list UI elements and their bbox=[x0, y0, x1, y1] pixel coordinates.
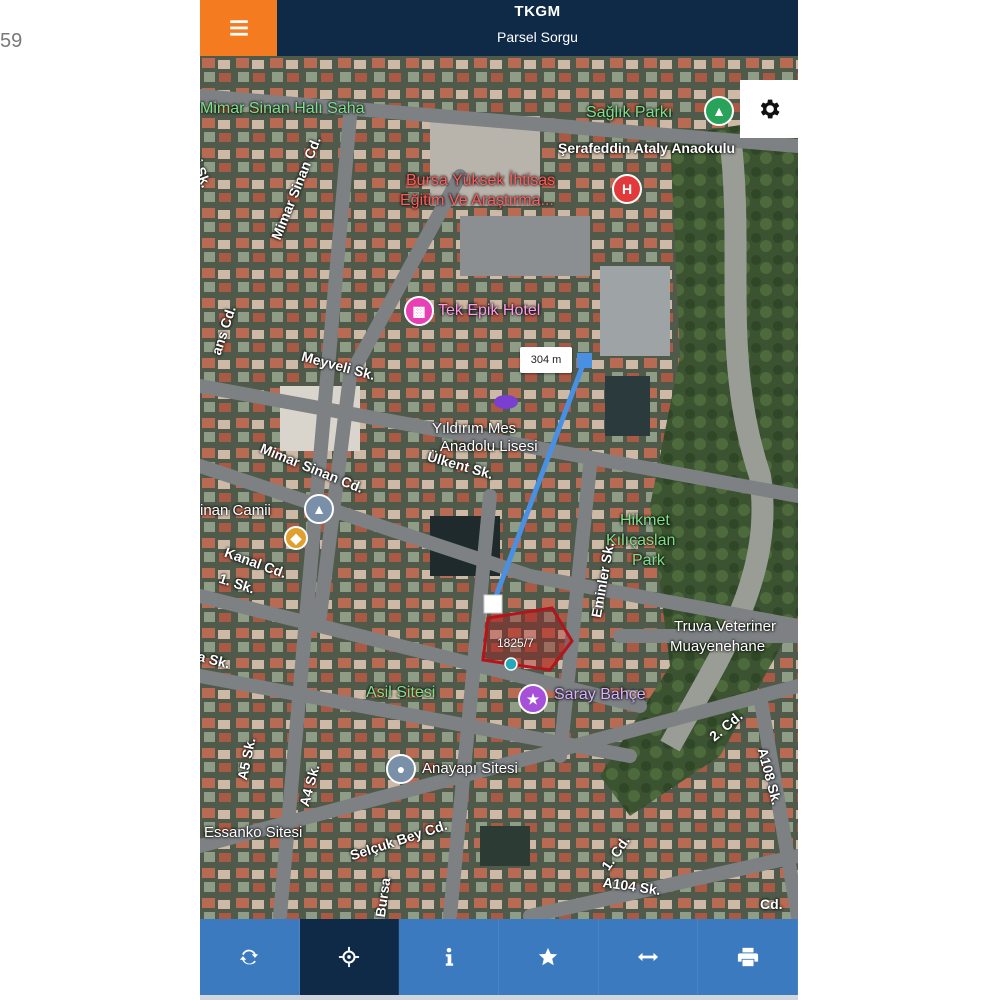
label-halisaha: Mimar Sinan Halı Saha bbox=[200, 100, 365, 117]
app-subtitle: Parsel Sorgu bbox=[497, 29, 578, 45]
label-saray-bahce: Saray Bahçe bbox=[554, 686, 646, 703]
label-cami: inan Camii bbox=[200, 502, 271, 519]
hotel-pin-icon[interactable]: ▩ bbox=[404, 296, 434, 326]
print-button[interactable] bbox=[698, 919, 798, 995]
distance-label: 304 m bbox=[520, 347, 572, 373]
bottom-strip bbox=[200, 995, 798, 1000]
print-icon bbox=[737, 947, 758, 967]
refresh-icon bbox=[240, 949, 259, 965]
star-icon bbox=[539, 947, 558, 966]
label-hikmet-1: Hikmet bbox=[620, 512, 670, 529]
hamburger-icon bbox=[229, 20, 248, 36]
refresh-button[interactable] bbox=[200, 919, 300, 995]
label-cd: Cd. bbox=[760, 896, 783, 912]
place-pin-icon[interactable]: ● bbox=[386, 754, 416, 784]
label-saglik-parki: Sağlık Parkı bbox=[586, 104, 673, 121]
locate-icon bbox=[338, 946, 360, 968]
info-button[interactable] bbox=[399, 919, 500, 995]
label-truva-1: Truva Veteriner bbox=[674, 618, 776, 635]
app-frame: TKGM Parsel Sorgu ▲ H ▩ ▲ ★ ● ◆ Mimar Si… bbox=[200, 0, 798, 1000]
measure-button[interactable] bbox=[599, 919, 699, 995]
label-anayapi: Anayapı Sitesi bbox=[422, 760, 518, 777]
label-hikmet-3: Park bbox=[632, 552, 665, 569]
settings-button[interactable] bbox=[740, 80, 798, 138]
label-hastane-1: Bursa Yüksek İhtisas bbox=[406, 172, 556, 189]
label-yildirim-1: Yıldırım Mes bbox=[432, 420, 517, 437]
venue-pin-icon[interactable]: ★ bbox=[518, 684, 548, 714]
label-asil-sitesi: Asil Sitesi bbox=[366, 684, 436, 701]
landmark-pin-icon[interactable]: ◆ bbox=[284, 526, 308, 550]
label-hotel: Tek Epik Hotel bbox=[438, 302, 541, 319]
hospital-pin-icon[interactable]: H bbox=[612, 174, 642, 204]
label-anaokulu: Şerafeddin Ataly Anaokulu bbox=[558, 140, 736, 156]
park-pin-icon[interactable]: ▲ bbox=[704, 96, 734, 126]
label-hikmet-2: Kılıçaslan bbox=[606, 532, 676, 549]
info-icon bbox=[445, 947, 453, 966]
menu-button[interactable] bbox=[200, 0, 277, 56]
locate-button[interactable] bbox=[299, 919, 400, 995]
gear-icon bbox=[760, 99, 780, 119]
favorite-button[interactable] bbox=[499, 919, 599, 995]
satellite-map[interactable]: ▲ H ▩ ▲ ★ ● ◆ Mimar Sinan Halı Saha Sağl… bbox=[200, 56, 798, 919]
edge-number: 59 bbox=[0, 30, 23, 52]
parcel-number-label[interactable]: 1825/7 bbox=[497, 636, 534, 650]
app-header: TKGM Parsel Sorgu bbox=[200, 0, 798, 56]
label-truva-2: Muayenehane bbox=[670, 638, 766, 655]
app-title: TKGM bbox=[514, 3, 561, 20]
label-yildirim-2: Anadolu Lisesi bbox=[440, 438, 538, 455]
mosque-pin-icon[interactable]: ▲ bbox=[304, 494, 334, 524]
label-hastane-2: Eğitim Ve Araştırma... bbox=[400, 192, 554, 209]
label-essanko: Essanko Sitesi bbox=[204, 824, 303, 841]
measure-icon bbox=[637, 952, 659, 962]
bottom-toolbar bbox=[200, 919, 798, 995]
